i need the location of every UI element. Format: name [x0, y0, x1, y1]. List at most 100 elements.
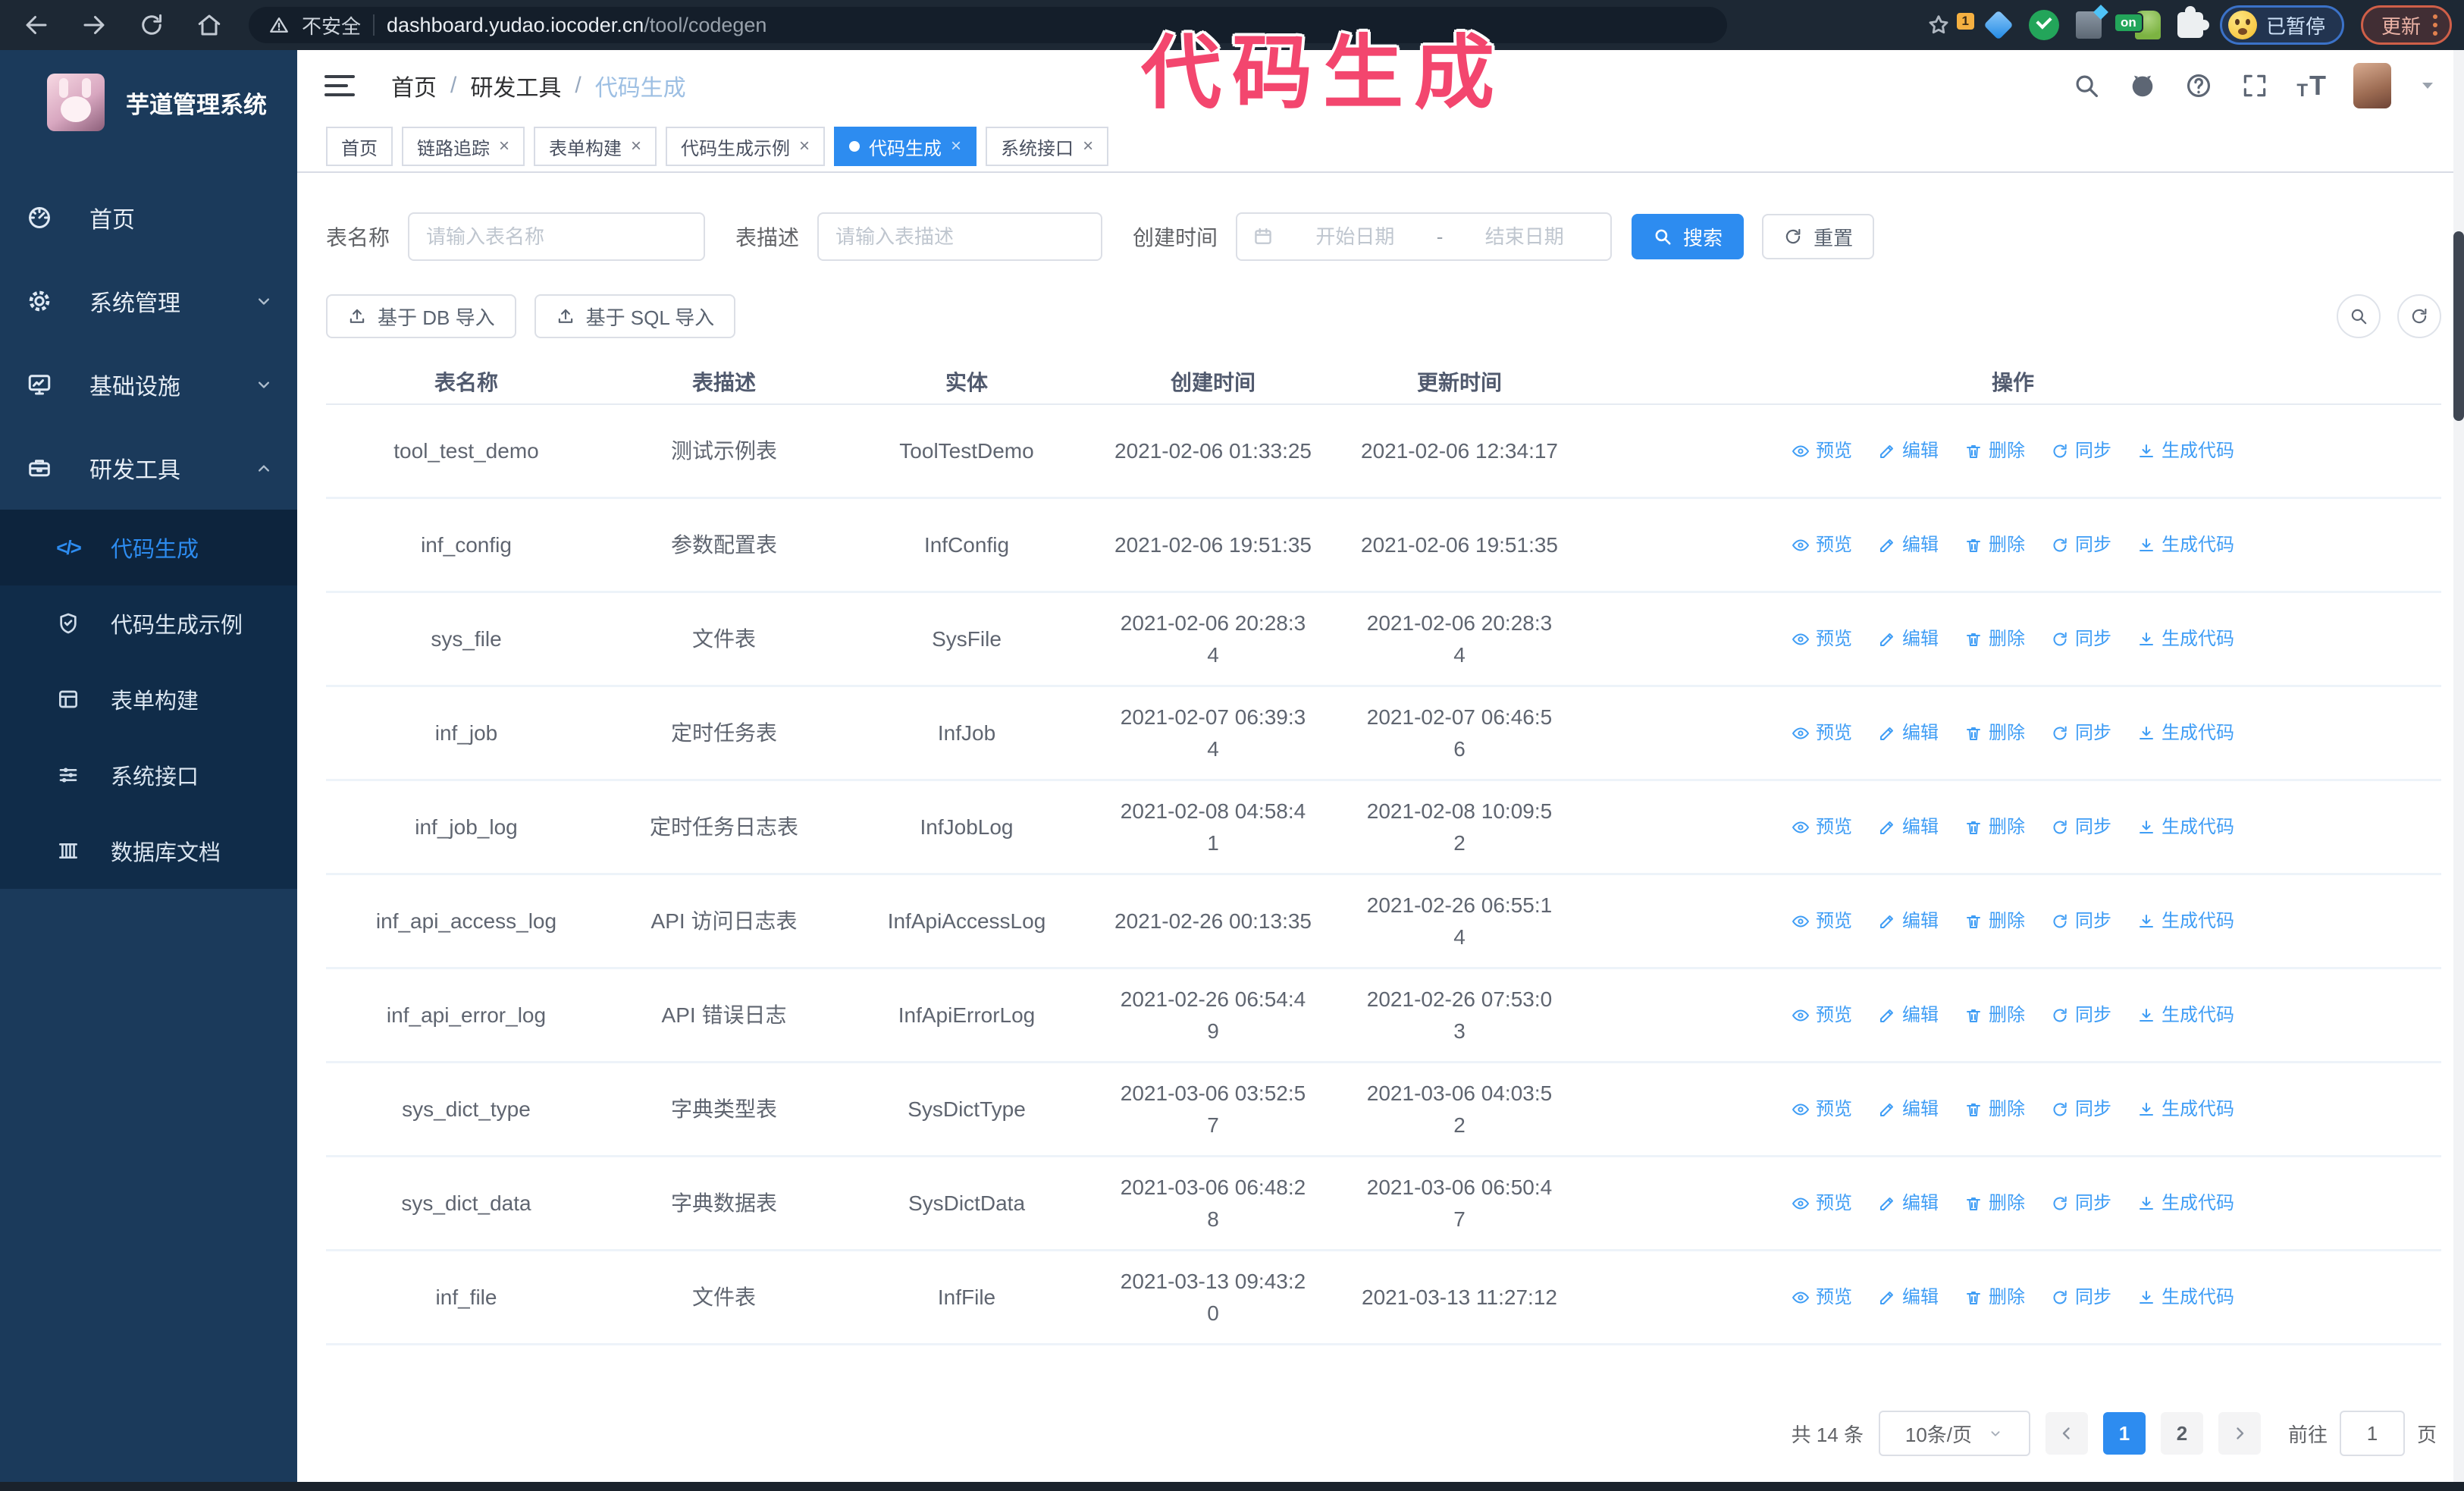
- generate-code-link[interactable]: 生成代码: [2137, 1190, 2234, 1217]
- sidebar-item-database-docs[interactable]: 数据库文档: [0, 813, 297, 889]
- edit-link[interactable]: 编辑: [1878, 908, 1939, 935]
- sidebar-item-infrastructure[interactable]: 基础设施: [0, 343, 297, 426]
- sidebar-item-code-generation[interactable]: </> 代码生成: [0, 510, 297, 585]
- tab-codegen-example[interactable]: 代码生成示例 ×: [666, 127, 826, 166]
- extension-gem-icon[interactable]: [1983, 10, 2014, 40]
- table-name-input[interactable]: [409, 214, 704, 259]
- edit-link[interactable]: 编辑: [1878, 1190, 1939, 1217]
- start-date-input[interactable]: [1284, 214, 1426, 259]
- search-button[interactable]: 搜索: [1632, 214, 1745, 259]
- preview-link[interactable]: 预览: [1792, 720, 1852, 747]
- browser-menu-icon[interactable]: [2433, 14, 2437, 36]
- generate-code-link[interactable]: 生成代码: [2137, 814, 2234, 841]
- url-host[interactable]: dashboard.yudao.iocoder.cn: [387, 14, 644, 36]
- edit-link[interactable]: 编辑: [1878, 438, 1939, 465]
- back-icon[interactable]: [23, 11, 50, 39]
- breadcrumb-section[interactable]: 研发工具: [470, 69, 561, 102]
- close-icon[interactable]: ×: [799, 137, 810, 155]
- delete-link[interactable]: 删除: [1964, 438, 2025, 465]
- close-icon[interactable]: ×: [499, 137, 509, 155]
- generate-code-link[interactable]: 生成代码: [2137, 626, 2234, 653]
- sync-link[interactable]: 同步: [2051, 1190, 2111, 1217]
- delete-link[interactable]: 删除: [1964, 1284, 2025, 1311]
- goto-page-input[interactable]: [2339, 1411, 2405, 1456]
- bookmark-star-icon[interactable]: [1926, 12, 1951, 38]
- sync-link[interactable]: 同步: [2051, 1284, 2111, 1311]
- url-path[interactable]: /tool/codegen: [644, 14, 766, 36]
- preview-link[interactable]: 预览: [1792, 1284, 1852, 1311]
- extensions-puzzle-icon[interactable]: [2177, 6, 2209, 38]
- tab-home[interactable]: 首页: [326, 127, 393, 166]
- extension-check-icon[interactable]: [2028, 10, 2059, 40]
- sync-link[interactable]: 同步: [2051, 720, 2111, 747]
- reload-icon[interactable]: [138, 11, 165, 39]
- preview-link[interactable]: 预览: [1792, 438, 1852, 465]
- user-avatar[interactable]: [2353, 63, 2391, 108]
- address-bar[interactable]: 不安全 dashboard.yudao.iocoder.cn/tool/code…: [249, 7, 1727, 43]
- close-icon[interactable]: ×: [1083, 137, 1093, 155]
- page-button-2[interactable]: 2: [2160, 1412, 2203, 1455]
- import-sql-button[interactable]: 基于 SQL 导入: [534, 294, 736, 338]
- generate-code-link[interactable]: 生成代码: [2137, 1284, 2234, 1311]
- sync-link[interactable]: 同步: [2051, 626, 2111, 653]
- extension-columns-icon[interactable]: [2075, 11, 2102, 39]
- edit-link[interactable]: 编辑: [1878, 814, 1939, 841]
- preview-link[interactable]: 预览: [1792, 1190, 1852, 1217]
- close-icon[interactable]: ×: [631, 137, 641, 155]
- refresh-table-button[interactable]: [2397, 294, 2441, 338]
- generate-code-link[interactable]: 生成代码: [2137, 1002, 2234, 1029]
- home-icon[interactable]: [196, 11, 223, 39]
- date-range-picker[interactable]: -: [1236, 212, 1613, 261]
- sync-link[interactable]: 同步: [2051, 532, 2111, 559]
- table-desc-input[interactable]: [819, 214, 1102, 259]
- sync-link[interactable]: 同步: [2051, 908, 2111, 935]
- delete-link[interactable]: 删除: [1964, 720, 2025, 747]
- font-size-icon[interactable]: TT: [2296, 70, 2326, 102]
- security-label[interactable]: 不安全: [302, 11, 361, 39]
- close-icon[interactable]: ×: [951, 137, 961, 155]
- avatar-caret-down-icon[interactable]: [2419, 77, 2437, 95]
- next-page-button[interactable]: [2218, 1412, 2261, 1455]
- delete-link[interactable]: 删除: [1964, 1190, 2025, 1217]
- security-warning-icon[interactable]: [268, 14, 290, 36]
- sync-link[interactable]: 同步: [2051, 1002, 2111, 1029]
- sidebar-item-system-management[interactable]: 系统管理: [0, 259, 297, 343]
- sync-link[interactable]: 同步: [2051, 814, 2111, 841]
- breadcrumb-home[interactable]: 首页: [391, 69, 437, 102]
- sidebar-item-dev-tools[interactable]: 研发工具: [0, 426, 297, 510]
- forward-icon[interactable]: [80, 11, 108, 39]
- preview-link[interactable]: 预览: [1792, 532, 1852, 559]
- sidebar-item-form-builder[interactable]: 表单构建: [0, 661, 297, 737]
- sidebar-item-code-generation-example[interactable]: 代码生成示例: [0, 585, 297, 661]
- toggle-search-button[interactable]: [2337, 294, 2381, 338]
- end-date-input[interactable]: [1453, 214, 1596, 259]
- sync-link[interactable]: 同步: [2051, 1096, 2111, 1123]
- tab-form-builder[interactable]: 表单构建 ×: [534, 127, 657, 166]
- page-scrollbar-thumb[interactable]: [2453, 231, 2464, 421]
- edit-link[interactable]: 编辑: [1878, 1096, 1939, 1123]
- prev-page-button[interactable]: [2045, 1412, 2088, 1455]
- edit-link[interactable]: 编辑: [1878, 532, 1939, 559]
- preview-link[interactable]: 预览: [1792, 1002, 1852, 1029]
- page-button-1[interactable]: 1: [2102, 1412, 2146, 1455]
- hamburger-icon[interactable]: [324, 75, 355, 96]
- github-icon[interactable]: [2128, 71, 2157, 100]
- help-icon[interactable]: [2184, 71, 2213, 100]
- tab-codegen[interactable]: 代码生成 ×: [834, 127, 977, 166]
- sync-link[interactable]: 同步: [2051, 438, 2111, 465]
- generate-code-link[interactable]: 生成代码: [2137, 532, 2234, 559]
- delete-link[interactable]: 删除: [1964, 1002, 2025, 1029]
- delete-link[interactable]: 删除: [1964, 532, 2025, 559]
- tab-tracing[interactable]: 链路追踪 ×: [402, 127, 525, 166]
- generate-code-link[interactable]: 生成代码: [2137, 438, 2234, 465]
- sidebar-item-system-api[interactable]: 系统接口: [0, 737, 297, 813]
- generate-code-link[interactable]: 生成代码: [2137, 720, 2234, 747]
- browser-update-button[interactable]: 更新: [2360, 5, 2452, 45]
- edit-link[interactable]: 编辑: [1878, 626, 1939, 653]
- page-size-select[interactable]: 10条/页: [1878, 1411, 2030, 1456]
- edit-link[interactable]: 编辑: [1878, 1284, 1939, 1311]
- generate-code-link[interactable]: 生成代码: [2137, 908, 2234, 935]
- delete-link[interactable]: 删除: [1964, 908, 2025, 935]
- tab-system-api[interactable]: 系统接口 ×: [986, 127, 1109, 166]
- search-icon[interactable]: [2072, 71, 2101, 100]
